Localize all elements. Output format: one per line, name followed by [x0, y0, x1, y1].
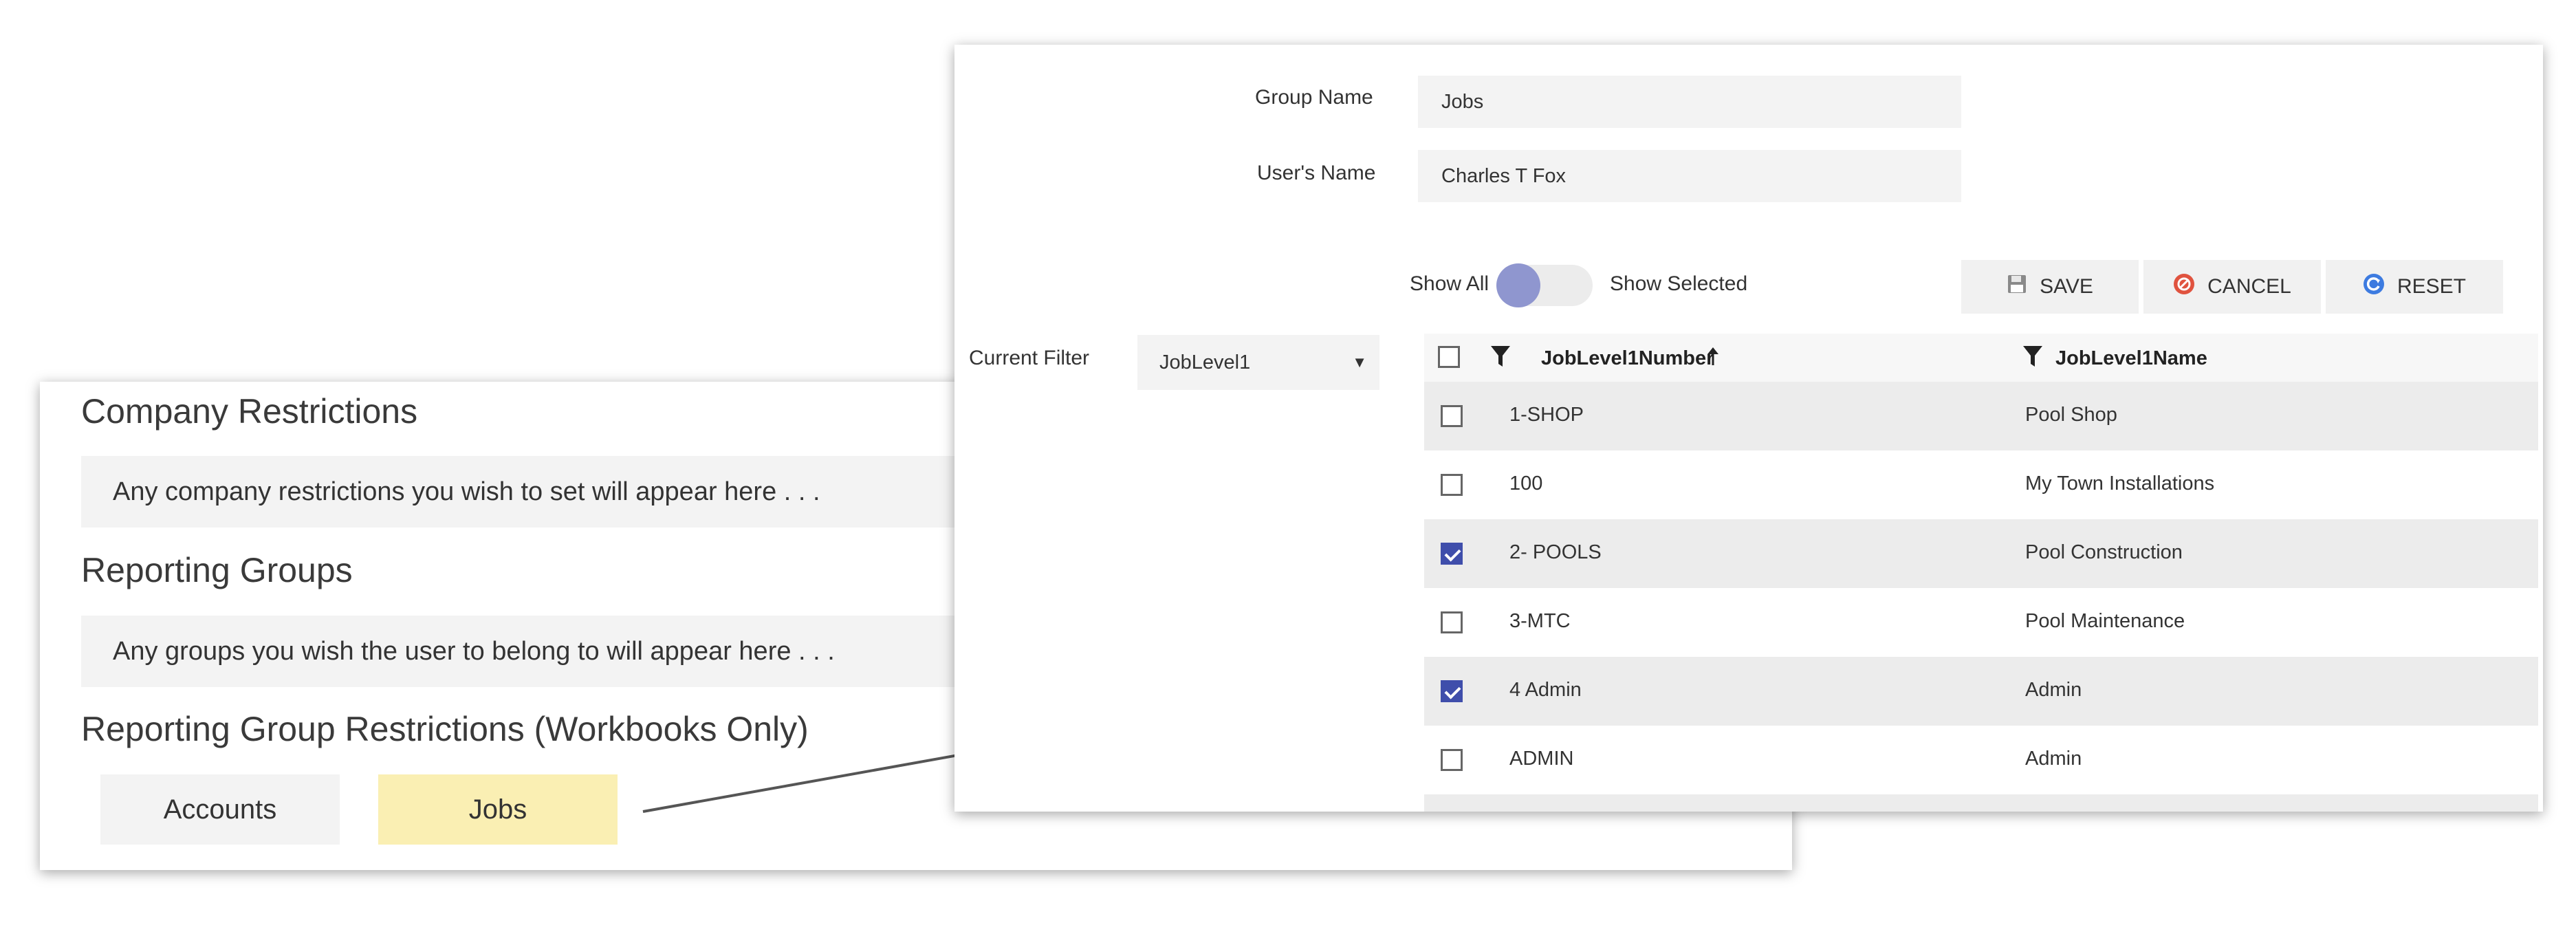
- row-checkbox[interactable]: [1441, 474, 1463, 496]
- users-name-field[interactable]: Charles T Fox: [1418, 150, 1961, 202]
- toggle-knob[interactable]: [1496, 263, 1540, 307]
- row-number: 1-SHOP: [1509, 404, 1584, 426]
- filter-icon[interactable]: [2022, 345, 2043, 373]
- table-row-partial: [1424, 794, 2538, 812]
- row-name: Admin: [2025, 748, 2082, 770]
- row-name: My Town Installations: [2025, 473, 2215, 495]
- row-number: 100: [1509, 473, 1543, 495]
- sort-ascending-icon[interactable]: [1706, 346, 1720, 372]
- row-name: Admin: [2025, 679, 2082, 701]
- dropdown-caret-icon: ▼: [1352, 354, 1367, 371]
- table-row[interactable]: 4 Admin Admin: [1424, 657, 2538, 726]
- group-name-field[interactable]: Jobs: [1418, 76, 1961, 128]
- current-filter-select[interactable]: JobLevel1 ▼: [1137, 335, 1379, 390]
- reset-label: RESET: [2397, 275, 2467, 298]
- grid-header: JobLevel1Number JobLevel1Name: [1424, 334, 2538, 382]
- table-row[interactable]: ADMIN Admin: [1424, 726, 2538, 794]
- column-header-number[interactable]: JobLevel1Number: [1541, 347, 1714, 370]
- floppy-disk-icon: [2007, 274, 2027, 300]
- row-checkbox[interactable]: [1441, 405, 1463, 427]
- row-number: ADMIN: [1509, 748, 1574, 770]
- row-name: Pool Maintenance: [2025, 610, 2185, 632]
- cancel-icon: [2173, 273, 2195, 301]
- reset-button[interactable]: RESET: [2326, 260, 2503, 314]
- table-row[interactable]: 3-MTC Pool Maintenance: [1424, 588, 2538, 657]
- row-number: 3-MTC: [1509, 610, 1571, 632]
- row-checkbox[interactable]: [1441, 543, 1463, 565]
- table-row[interactable]: 1-SHOP Pool Shop: [1424, 382, 2538, 450]
- row-checkbox[interactable]: [1441, 749, 1463, 771]
- group-restriction-editor: Group Name Jobs User's Name Charles T Fo…: [954, 45, 2543, 812]
- select-all-checkbox[interactable]: [1438, 346, 1460, 368]
- table-row[interactable]: 100 My Town Installations: [1424, 450, 2538, 519]
- users-name-label: User's Name: [1257, 162, 1376, 184]
- filter-icon[interactable]: [1490, 345, 1511, 373]
- row-name: Pool Shop: [2025, 404, 2117, 426]
- row-number: 4 Admin: [1509, 679, 1582, 701]
- current-filter-value: JobLevel1: [1159, 351, 1251, 373]
- table-row[interactable]: 2- POOLS Pool Construction: [1424, 519, 2538, 588]
- row-name: Pool Construction: [2025, 541, 2183, 563]
- show-all-label: Show All: [1410, 272, 1489, 295]
- save-label: SAVE: [2040, 275, 2093, 298]
- group-name-label: Group Name: [1255, 86, 1373, 109]
- save-button[interactable]: SAVE: [1961, 260, 2139, 314]
- column-header-name[interactable]: JobLevel1Name: [2055, 347, 2207, 370]
- cancel-label: CANCEL: [2207, 275, 2291, 298]
- cancel-button[interactable]: CANCEL: [2143, 260, 2321, 314]
- refresh-icon: [2363, 273, 2385, 301]
- show-selected-label: Show Selected: [1610, 272, 1748, 295]
- current-filter-label: Current Filter: [969, 347, 1090, 369]
- row-checkbox[interactable]: [1441, 680, 1463, 702]
- row-number: 2- POOLS: [1509, 541, 1602, 563]
- row-checkbox[interactable]: [1441, 611, 1463, 633]
